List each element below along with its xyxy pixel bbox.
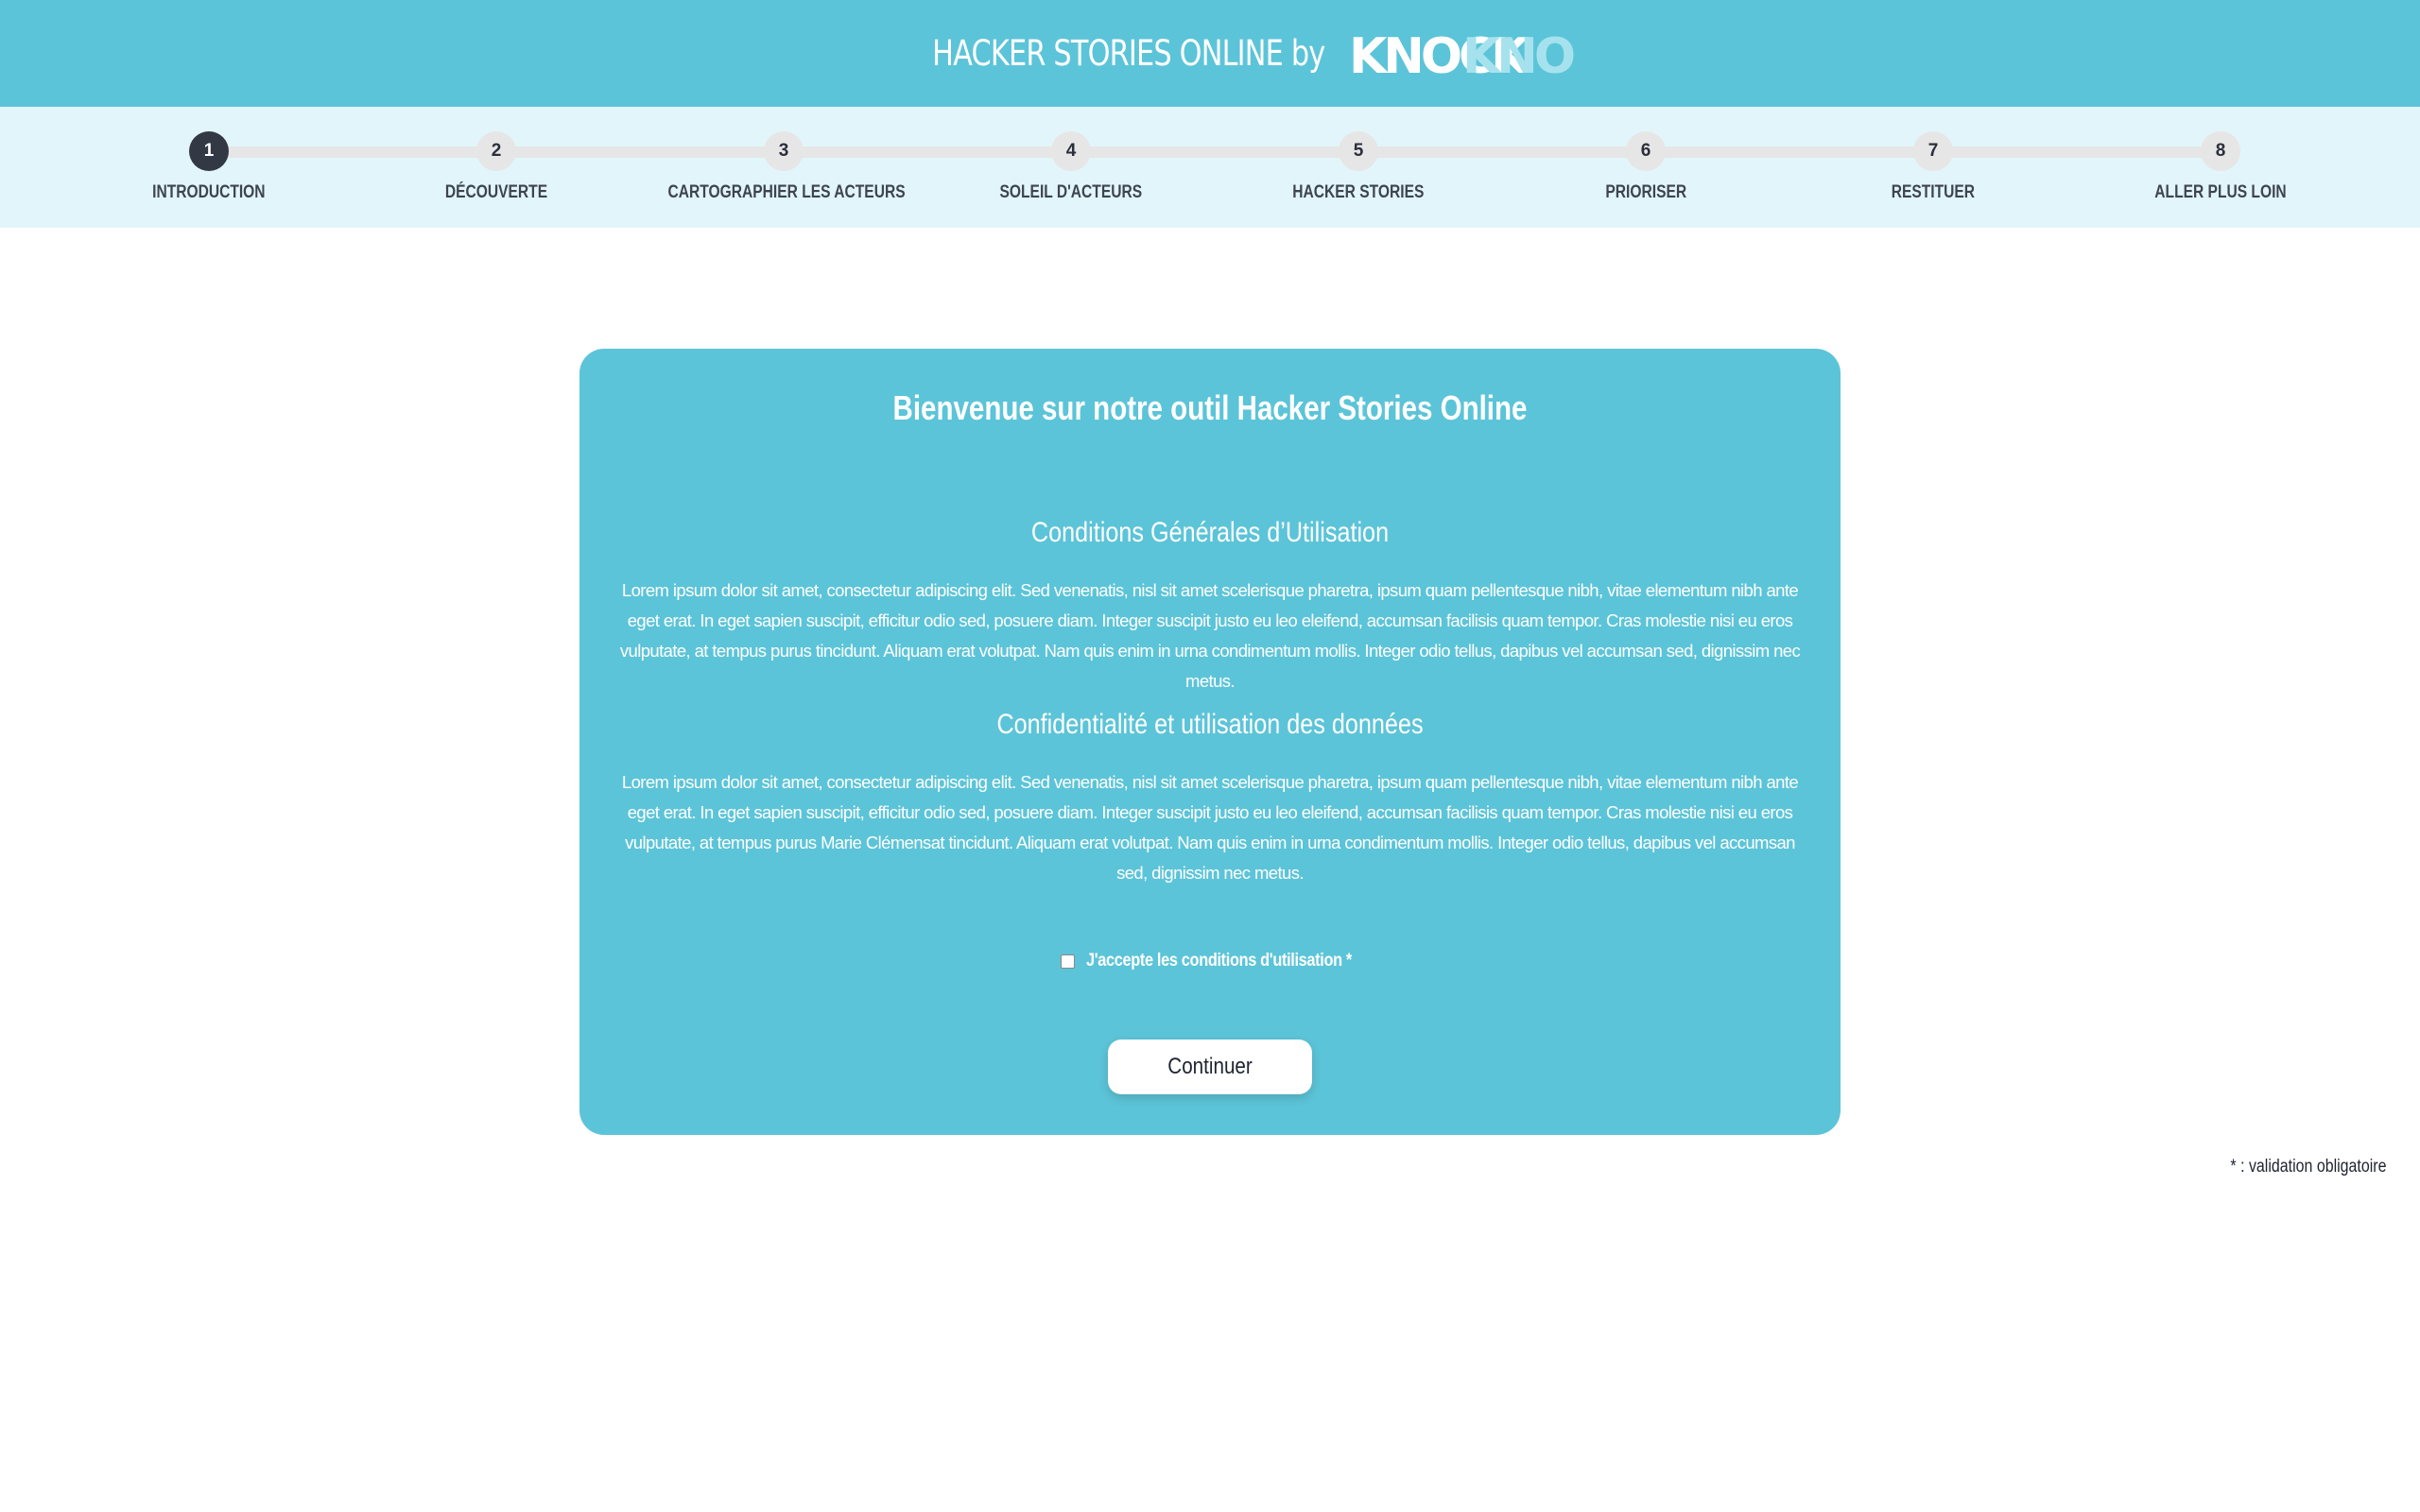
- step-number: 3: [764, 131, 804, 171]
- step-number: 8: [2201, 131, 2240, 171]
- accept-terms-checkbox[interactable]: [1060, 954, 1075, 969]
- required-footnote: * : validation obligatoire: [2229, 1157, 2386, 1177]
- step-1[interactable]: 1 INTRODUCTION: [67, 131, 351, 203]
- step-label: INTRODUCTION: [152, 182, 266, 202]
- step-2[interactable]: 2 DÉCOUVERTE: [354, 131, 638, 203]
- terms-heading: Conditions Générales d’Utilisation: [1030, 517, 1390, 548]
- app-header: HACKER STORIES ONLINE by KNOCK KNOCK: [0, 0, 2420, 107]
- card-title: Bienvenue sur notre outil Hacker Stories…: [892, 388, 1528, 427]
- welcome-card: Bienvenue sur notre outil Hacker Stories…: [579, 349, 1841, 1135]
- step-7[interactable]: 7 RESTITUER: [1791, 131, 2075, 203]
- step-3[interactable]: 3 CARTOGRAPHIER LES ACTEURS: [642, 131, 925, 203]
- step-number: 2: [476, 131, 516, 171]
- continue-button[interactable]: Continuer: [1108, 1040, 1312, 1094]
- step-5[interactable]: 5 HACKER STORIES: [1217, 131, 1500, 203]
- progress-stepper: 1 INTRODUCTION 2 DÉCOUVERTE 3 CARTOGRAPHIER L…: [0, 107, 2420, 228]
- accept-terms-label[interactable]: J'accepte les conditions d'utilisation *: [1086, 951, 1352, 971]
- step-number: 6: [1626, 131, 1666, 171]
- step-6[interactable]: 6 PRIORISER: [1504, 131, 1788, 203]
- privacy-text: Lorem ipsum dolor sit amet, consectetur …: [621, 772, 1799, 883]
- step-number: 5: [1339, 131, 1378, 171]
- logo-part2: KNOCK: [1462, 28, 1574, 82]
- knockknock-logo-image: KNOCK KNOCK: [1349, 28, 1574, 82]
- step-number: 4: [1051, 131, 1091, 171]
- step-label: RESTITUER: [1891, 182, 1976, 202]
- step-8[interactable]: 8 ALLER PLUS LOIN: [2079, 131, 2362, 203]
- step-label: SOLEIL D'ACTEURS: [999, 182, 1143, 202]
- terms-text: Lorem ipsum dolor sit amet, consectetur …: [619, 580, 1801, 691]
- step-label: CARTOGRAPHIER LES ACTEURS: [667, 182, 906, 202]
- step-label: ALLER PLUS LOIN: [2154, 182, 2287, 202]
- header-title: HACKER STORIES ONLINE by: [931, 33, 1325, 74]
- accept-terms-row: J'accepte les conditions d'utilisation *: [579, 951, 1841, 971]
- step-label: HACKER STORIES: [1292, 182, 1425, 202]
- continue-button-label: Continuer: [1167, 1054, 1253, 1079]
- step-4[interactable]: 4 SOLEIL D'ACTEURS: [929, 131, 1213, 203]
- step-number: 1: [189, 131, 229, 171]
- step-label: PRIORISER: [1605, 182, 1686, 202]
- step-label: DÉCOUVERTE: [444, 182, 548, 202]
- knockknock-logo[interactable]: KNOCK KNOCK: [1347, 26, 1574, 82]
- privacy-heading: Confidentialité et utilisation des donné…: [996, 709, 1424, 740]
- step-number: 7: [1913, 131, 1953, 171]
